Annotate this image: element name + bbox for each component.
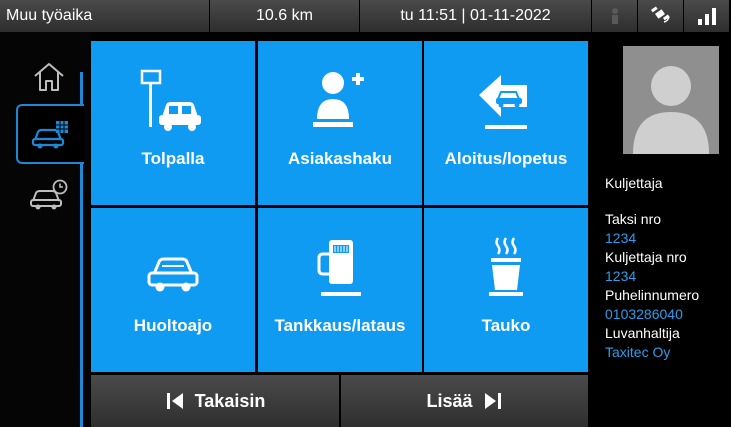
aloitus-lopetus-label: Aloitus/lopetus <box>444 149 568 168</box>
more-label: Lisää <box>426 390 473 411</box>
back-label: Takaisin <box>194 390 266 411</box>
side-navigation <box>0 32 90 427</box>
driver-avatar <box>623 46 719 154</box>
tankkaus-lataus-tile-button[interactable]: Tankkaus/lataus <box>258 208 422 372</box>
add-customer-icon <box>313 72 364 127</box>
taxi-number-label: Taksi nro <box>605 211 662 227</box>
driver-number-label: Kuljettaja nro <box>605 249 687 265</box>
licence-holder-value: Taxitec Oy <box>605 344 671 360</box>
driver-title: Kuljettaja <box>605 175 663 191</box>
start-stop-icon <box>479 75 527 129</box>
aloitus-lopetus-tile-button[interactable]: Aloitus/lopetus <box>424 41 588 205</box>
car-icon <box>147 257 199 292</box>
taxi-history-icon <box>30 179 68 210</box>
fuel-pump-icon <box>317 240 361 296</box>
tolpalla-label: Tolpalla <box>141 149 205 168</box>
skip-back-icon <box>166 393 183 409</box>
back-button[interactable]: Takaisin <box>91 375 339 427</box>
driver-icon <box>592 0 638 32</box>
coffee-cup-icon <box>489 237 523 296</box>
taxi-number-value: 1234 <box>605 230 637 246</box>
nav-home-button[interactable] <box>18 52 80 102</box>
skip-forward-icon <box>484 393 501 409</box>
datetime-text: tu 11:51 | 01-11-2022 <box>360 0 592 32</box>
nav-taxi-history-button[interactable] <box>18 170 80 220</box>
home-icon <box>34 63 64 91</box>
huoltoajo-tile-button[interactable]: Huoltoajo <box>91 208 255 372</box>
licence-holder-label: Luvanhaltija <box>605 325 680 341</box>
tolpalla-tile-button[interactable]: Tolpalla <box>91 41 255 205</box>
satellite-icon <box>638 0 684 32</box>
status-bar: Muu työaika 10.6 km tu 11:51 | 01-11-202… <box>0 0 731 32</box>
more-button[interactable]: Lisää <box>341 375 588 427</box>
tauko-tile-button[interactable]: Tauko <box>424 208 588 372</box>
nav-taxi-menu-button[interactable] <box>16 104 84 164</box>
work-mode-text: Muu työaika <box>0 0 210 32</box>
taxi-stand-icon <box>140 69 201 131</box>
huoltoajo-label: Huoltoajo <box>133 316 213 335</box>
driver-panel: Kuljettaja Taksi nro 1234 Kuljettaja nro… <box>596 32 731 427</box>
phone-label: Puhelinnumero <box>605 287 700 303</box>
asiakashaku-label: Asiakashaku <box>288 149 392 168</box>
asiakashaku-tile-button[interactable]: Asiakashaku <box>258 41 422 205</box>
driver-number-value: 1234 <box>605 268 637 284</box>
tauko-label: Tauko <box>481 316 531 335</box>
signal-icon <box>684 0 730 32</box>
distance-text: 10.6 km <box>210 0 360 32</box>
tankkaus-lataus-label: Tankkaus/lataus <box>274 316 406 335</box>
phone-value: 0103286040 <box>605 306 683 322</box>
taxi-menu-icon <box>31 121 68 149</box>
